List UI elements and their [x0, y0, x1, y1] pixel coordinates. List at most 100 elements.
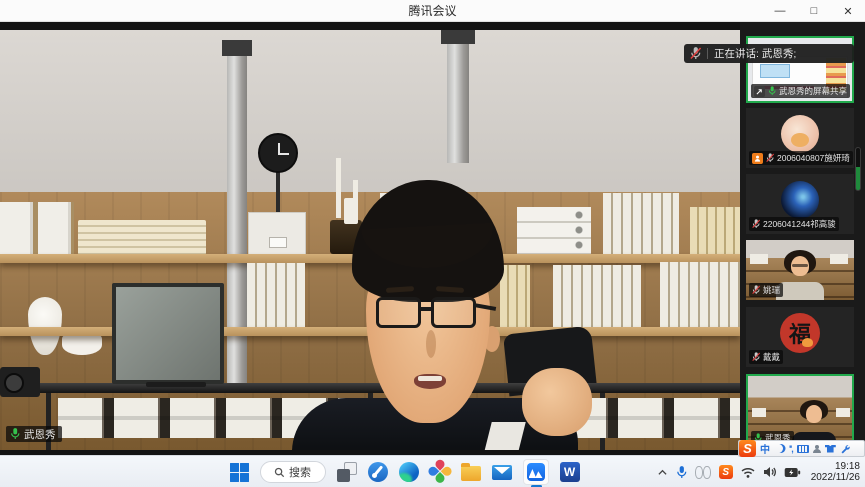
participant-name-tag: 2206041244祁高骏	[749, 217, 839, 231]
glasses-device-icon[interactable]	[695, 466, 711, 478]
desktop: 腾讯会议 — □ ✕	[0, 0, 865, 487]
speaker-nose	[426, 330, 436, 358]
clock-stand	[276, 171, 280, 212]
maximize-button[interactable]: □	[797, 0, 831, 22]
tools-app-icon[interactable]	[368, 462, 388, 482]
mini-shelf-box	[836, 408, 850, 417]
tencent-meeting-taskbar-button[interactable]	[523, 459, 549, 485]
participant-name: 武恩秀的屏幕共享	[779, 85, 847, 97]
shelf-metal-post	[447, 33, 469, 163]
speaker-glasses	[431, 297, 476, 328]
mic-muted-icon	[752, 352, 760, 362]
television-stand	[146, 382, 206, 387]
speaker-glasses	[376, 297, 421, 328]
shelf-document-trays	[517, 207, 591, 254]
photos-app-icon[interactable]	[425, 458, 453, 486]
taskbar-center-icons: 搜索 W	[230, 456, 580, 487]
tray-sogou-icon[interactable]: S	[719, 465, 733, 479]
avatar-character: 福	[789, 317, 811, 349]
minimize-button[interactable]: —	[763, 0, 797, 22]
participant-avatar: 福	[780, 313, 820, 353]
speaker-raised-fist	[522, 368, 592, 436]
taskbar: 搜索 W	[0, 455, 865, 487]
participant-avatar	[781, 115, 819, 153]
camera-on-shelf	[0, 367, 40, 397]
skin-icon[interactable]	[825, 445, 836, 453]
wifi-icon[interactable]	[741, 467, 755, 478]
speaking-banner-text: 正在讲话: 武恩秀;	[714, 46, 796, 61]
mini-person-face	[806, 405, 822, 423]
mic-muted-icon	[690, 47, 701, 60]
speaker-mouth	[414, 374, 446, 389]
video-wall-background	[0, 30, 740, 205]
window-titlebar: 腾讯会议 — □ ✕	[0, 0, 865, 22]
sidebar-scrollbar[interactable]	[855, 147, 861, 191]
window-controls: — □ ✕	[763, 0, 865, 22]
shared-document-figure	[760, 64, 790, 78]
sogou-logo-icon[interactable]: S	[739, 440, 756, 457]
mail-app-icon[interactable]	[492, 465, 512, 480]
participant-thumbnail[interactable]: 姚瑞	[746, 240, 854, 300]
system-tray: S 19:18 2022/11/26	[657, 456, 860, 487]
close-button[interactable]: ✕	[831, 0, 865, 22]
tencent-meeting-icon	[527, 463, 545, 481]
storage-box-label	[269, 237, 287, 248]
tray-clock[interactable]: 19:18 2022/11/26	[811, 461, 860, 483]
full-half-width-icon[interactable]	[774, 444, 783, 453]
shelf-books	[500, 265, 530, 327]
toolbox-wrench-icon[interactable]	[840, 444, 850, 454]
mic-muted-icon	[752, 219, 760, 229]
task-view-front-square	[337, 469, 350, 482]
word-app-icon[interactable]: W	[560, 462, 580, 482]
participant-thumbnail-self[interactable]: 武恩秀	[746, 374, 854, 450]
mic-active-icon	[768, 86, 776, 96]
shelf-books	[247, 263, 305, 327]
participant-avatar	[781, 181, 819, 219]
candle	[344, 198, 358, 224]
punctuation-icon[interactable]: '',	[789, 444, 793, 454]
battery-icon[interactable]	[784, 467, 801, 478]
participant-name: 戴戴	[763, 351, 780, 363]
mini-person-body	[776, 282, 824, 300]
cn-en-toggle-icon[interactable]: 中	[760, 441, 770, 456]
tray-time: 19:18	[835, 461, 860, 472]
speaking-indicator-banner: 正在讲话: 武恩秀;	[684, 44, 854, 63]
mini-shelf-box	[750, 254, 768, 264]
window-title: 腾讯会议	[0, 0, 865, 22]
participants-sidebar: 武恩秀的屏幕共享 2006040807施妍琦 2206041244	[740, 22, 865, 455]
candle	[336, 158, 341, 218]
soft-keyboard-icon[interactable]	[797, 445, 809, 453]
volume-icon[interactable]	[763, 466, 776, 478]
participant-name-tag: 武恩秀的屏幕共享	[751, 84, 850, 98]
participant-name: 姚瑞	[763, 284, 780, 296]
participant-name: 2206041244祁高骏	[763, 218, 836, 230]
main-video[interactable]: 武恩秀	[0, 30, 740, 450]
screen-share-icon	[754, 86, 765, 97]
participant-thumbnail[interactable]: 福 戴戴	[746, 307, 854, 367]
task-view-button[interactable]	[337, 462, 357, 482]
start-button[interactable]	[230, 463, 249, 482]
mic-muted-icon	[752, 285, 760, 295]
television	[112, 283, 224, 384]
mic-active-icon	[10, 428, 20, 440]
tray-microphone-icon[interactable]	[676, 466, 687, 479]
shelf-post-cap	[441, 30, 475, 44]
shelf-post-cap	[222, 40, 252, 56]
shelf-books	[660, 262, 740, 327]
participant-name-tag: 戴戴	[749, 350, 783, 364]
search-label: 搜索	[289, 464, 311, 480]
main-speaker-name: 武恩秀	[24, 427, 56, 442]
edge-browser-icon[interactable]	[399, 462, 419, 482]
shelf-book-stack	[78, 220, 206, 255]
search-box[interactable]: 搜索	[260, 461, 326, 483]
tray-chevron-up-icon[interactable]	[657, 468, 668, 477]
participant-name-tag: 2006040807施妍琦	[749, 151, 853, 165]
search-icon	[274, 467, 285, 478]
tray-date: 2022/11/26	[811, 472, 860, 483]
participant-thumbnail[interactable]: 2006040807施妍琦	[746, 108, 854, 168]
file-explorer-icon[interactable]	[461, 466, 481, 481]
participant-thumbnail[interactable]: 2206041244祁高骏	[746, 174, 854, 234]
voice-input-icon[interactable]	[813, 445, 821, 453]
host-badge-icon	[752, 153, 763, 164]
mini-shelf-box	[752, 408, 766, 417]
